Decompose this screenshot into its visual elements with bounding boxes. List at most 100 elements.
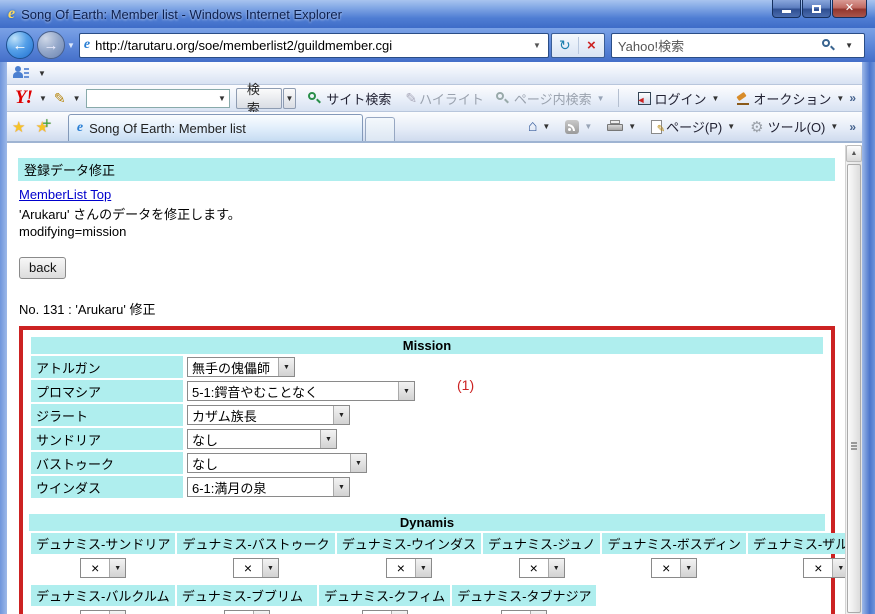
table-row: プロマシア 5-1:鍔音やむことなく▼ xyxy=(31,380,823,402)
scrollbar-up-icon[interactable]: ▲ xyxy=(846,145,862,162)
links-dropdown-icon[interactable]: ▼ xyxy=(38,69,46,78)
dynamis-select-buburimu[interactable]: ×▼ xyxy=(224,610,270,614)
table-row: ジラート カザム族長▼ xyxy=(31,404,823,426)
search-button-dropdown[interactable]: ▼ xyxy=(283,88,297,109)
back-button[interactable]: ← xyxy=(6,31,34,59)
dynamis-select-beaucedine[interactable]: ×▼ xyxy=(651,558,697,578)
command-bar-overflow-icon[interactable]: » xyxy=(849,120,856,134)
maximize-icon xyxy=(812,5,821,13)
mission-select-aht-urhgan[interactable]: 無手の傀儡師▼ xyxy=(187,357,295,377)
in-page-search-dropdown-icon: ▼ xyxy=(597,94,605,103)
home-icon: ⌂ xyxy=(528,118,538,136)
yahoo-search-box[interactable]: Yahoo!検索 ▼ xyxy=(611,33,865,58)
select-value: × xyxy=(81,560,109,576)
add-favorite-icon[interactable]: ★＋ xyxy=(35,118,48,136)
browser-window: e Song Of Earth: Member list - Windows I… xyxy=(0,0,875,614)
minimize-button[interactable] xyxy=(772,0,801,18)
select-value: なし xyxy=(188,454,350,473)
site-search-button[interactable]: サイト検索 xyxy=(308,89,391,108)
chevron-down-icon: ▼ xyxy=(320,430,336,448)
dynamis-select-windurst[interactable]: ×▼ xyxy=(386,558,432,578)
memberlist-top-link[interactable]: MemberList Top xyxy=(19,187,111,202)
in-page-search-button[interactable]: ページ内検索 ▼ xyxy=(496,89,610,108)
mission-row-label: ジラート xyxy=(31,404,183,426)
stop-button[interactable]: × xyxy=(578,37,604,54)
table-row: ウインダス 6-1:満月の泉▼ xyxy=(31,476,823,498)
chevron-down-icon: ▼ xyxy=(109,559,125,577)
title-bar: e Song Of Earth: Member list - Windows I… xyxy=(0,0,875,28)
dynamis-table-row1: デュナミス-サンドリア デュナミス-バストゥーク デュナミス-ウインダス デュナ… xyxy=(29,531,845,583)
mission-select-bastok[interactable]: なし▼ xyxy=(187,453,367,473)
address-dropdown-icon[interactable]: ▼ xyxy=(530,41,544,50)
yahoo-menu-dropdown-icon[interactable]: ▼ xyxy=(39,94,47,103)
dynamis-select-valkurm[interactable]: ×▼ xyxy=(80,610,126,614)
highlight-button[interactable]: ✎ ハイライト xyxy=(403,89,483,108)
tab-bar: ★ ★＋ e Song Of Earth: Member list ⌂▼ ▼ ▼… xyxy=(0,112,875,143)
yahoo-logo-icon[interactable]: Y! xyxy=(15,87,32,109)
mission-select-windurst[interactable]: 6-1:満月の泉▼ xyxy=(187,477,350,497)
home-button[interactable]: ⌂▼ xyxy=(528,118,556,136)
page-menu-button[interactable]: ✎ページ(P)▼ xyxy=(651,117,740,136)
dynamis-select-tavnazia[interactable]: ×▼ xyxy=(501,610,547,614)
mission-row-label: アトルガン xyxy=(31,356,183,378)
dynamis-label: デュナミス-ザルカバード xyxy=(748,533,845,554)
login-button[interactable]: ◄ ログイン ▼ xyxy=(638,89,724,108)
print-button[interactable]: ▼ xyxy=(607,120,641,133)
links-toolbar: ▼ xyxy=(0,62,875,85)
gear-icon: ⚙ xyxy=(750,118,763,136)
address-bar[interactable]: e http://tarutaru.org/soe/memberlist2/gu… xyxy=(79,33,549,58)
chevron-down-icon: ▼ xyxy=(350,454,366,472)
dynamis-select-sandoria[interactable]: ×▼ xyxy=(80,558,126,578)
contacts-icon[interactable] xyxy=(13,66,29,80)
window-title: Song Of Earth: Member list - Windows Int… xyxy=(21,7,342,22)
auction-button[interactable]: オークション ▼ xyxy=(736,89,849,108)
highlight-icon: ✎ xyxy=(405,90,417,107)
dynamis-header: Dynamis xyxy=(29,514,825,531)
site-search-icon xyxy=(308,92,320,104)
search-icon[interactable] xyxy=(822,39,834,51)
edit-pencil-icon[interactable]: ✎ xyxy=(54,90,66,107)
refresh-button[interactable]: ↻ xyxy=(552,37,578,54)
select-value: × xyxy=(387,560,415,576)
toolbar-search-dropdown-icon[interactable]: ▼ xyxy=(218,94,226,103)
dynamis-label: デュナミス-クフィム xyxy=(319,585,450,606)
window-frame-right xyxy=(862,62,875,614)
dynamis-select-bastok[interactable]: ×▼ xyxy=(233,558,279,578)
search-provider-dropdown-icon[interactable]: ▼ xyxy=(845,41,853,50)
in-page-search-label: ページ内検索 xyxy=(514,89,592,108)
tools-menu-button[interactable]: ⚙ツール(O)▼ xyxy=(750,117,843,136)
forward-button[interactable]: → xyxy=(37,31,65,59)
mission-select-promathia[interactable]: 5-1:鍔音やむことなく▼ xyxy=(187,381,415,401)
new-tab-button[interactable] xyxy=(365,117,395,141)
back-form-button[interactable]: back xyxy=(19,257,66,279)
mission-header: Mission xyxy=(31,337,823,354)
vertical-scrollbar[interactable]: ▲ xyxy=(845,145,862,614)
mission-select-sandoria[interactable]: なし▼ xyxy=(187,429,337,449)
dynamis-select-qufim[interactable]: ×▼ xyxy=(362,610,408,614)
yahoo-toolbar-search-input[interactable]: ▼ xyxy=(86,89,230,108)
maximize-button[interactable] xyxy=(802,0,831,18)
select-value: × xyxy=(520,560,548,576)
close-button[interactable]: ✕ xyxy=(832,0,867,18)
chevron-down-icon: ▼ xyxy=(398,382,414,400)
scrollbar-thumb[interactable] xyxy=(847,164,861,613)
toolbar-separator xyxy=(618,89,619,107)
dynamis-select-xarcabard[interactable]: ×▼ xyxy=(803,558,845,578)
history-dropdown-icon[interactable]: ▼ xyxy=(67,41,75,50)
url-text[interactable]: http://tarutaru.org/soe/memberlist2/guil… xyxy=(95,38,530,53)
minimize-icon xyxy=(782,10,791,13)
dynamis-select-jeuno[interactable]: ×▼ xyxy=(519,558,565,578)
toolbar-overflow-icon[interactable]: » xyxy=(849,91,856,105)
chevron-down-icon: ▼ xyxy=(832,559,845,577)
yahoo-search-button[interactable]: 検索 xyxy=(236,88,282,109)
mission-row-label: バストゥーク xyxy=(31,452,183,474)
active-tab[interactable]: e Song Of Earth: Member list xyxy=(68,114,363,141)
favorites-star-icon[interactable]: ★ xyxy=(12,118,25,136)
chevron-down-icon: ▼ xyxy=(262,559,278,577)
ie-logo-icon: e xyxy=(8,5,15,23)
pencil-dropdown-icon[interactable]: ▼ xyxy=(73,94,81,103)
yahoo-toolbar: Y! ▼ ✎ ▼ ▼ 検索 ▼ サイト検索 ✎ ハイライト ページ内検索 ▼ xyxy=(0,85,875,112)
feeds-button[interactable]: ▼ xyxy=(565,120,597,134)
table-row: デュナミス-サンドリア デュナミス-バストゥーク デュナミス-ウインダス デュナ… xyxy=(31,533,845,554)
mission-select-zilart[interactable]: カザム族長▼ xyxy=(187,405,350,425)
